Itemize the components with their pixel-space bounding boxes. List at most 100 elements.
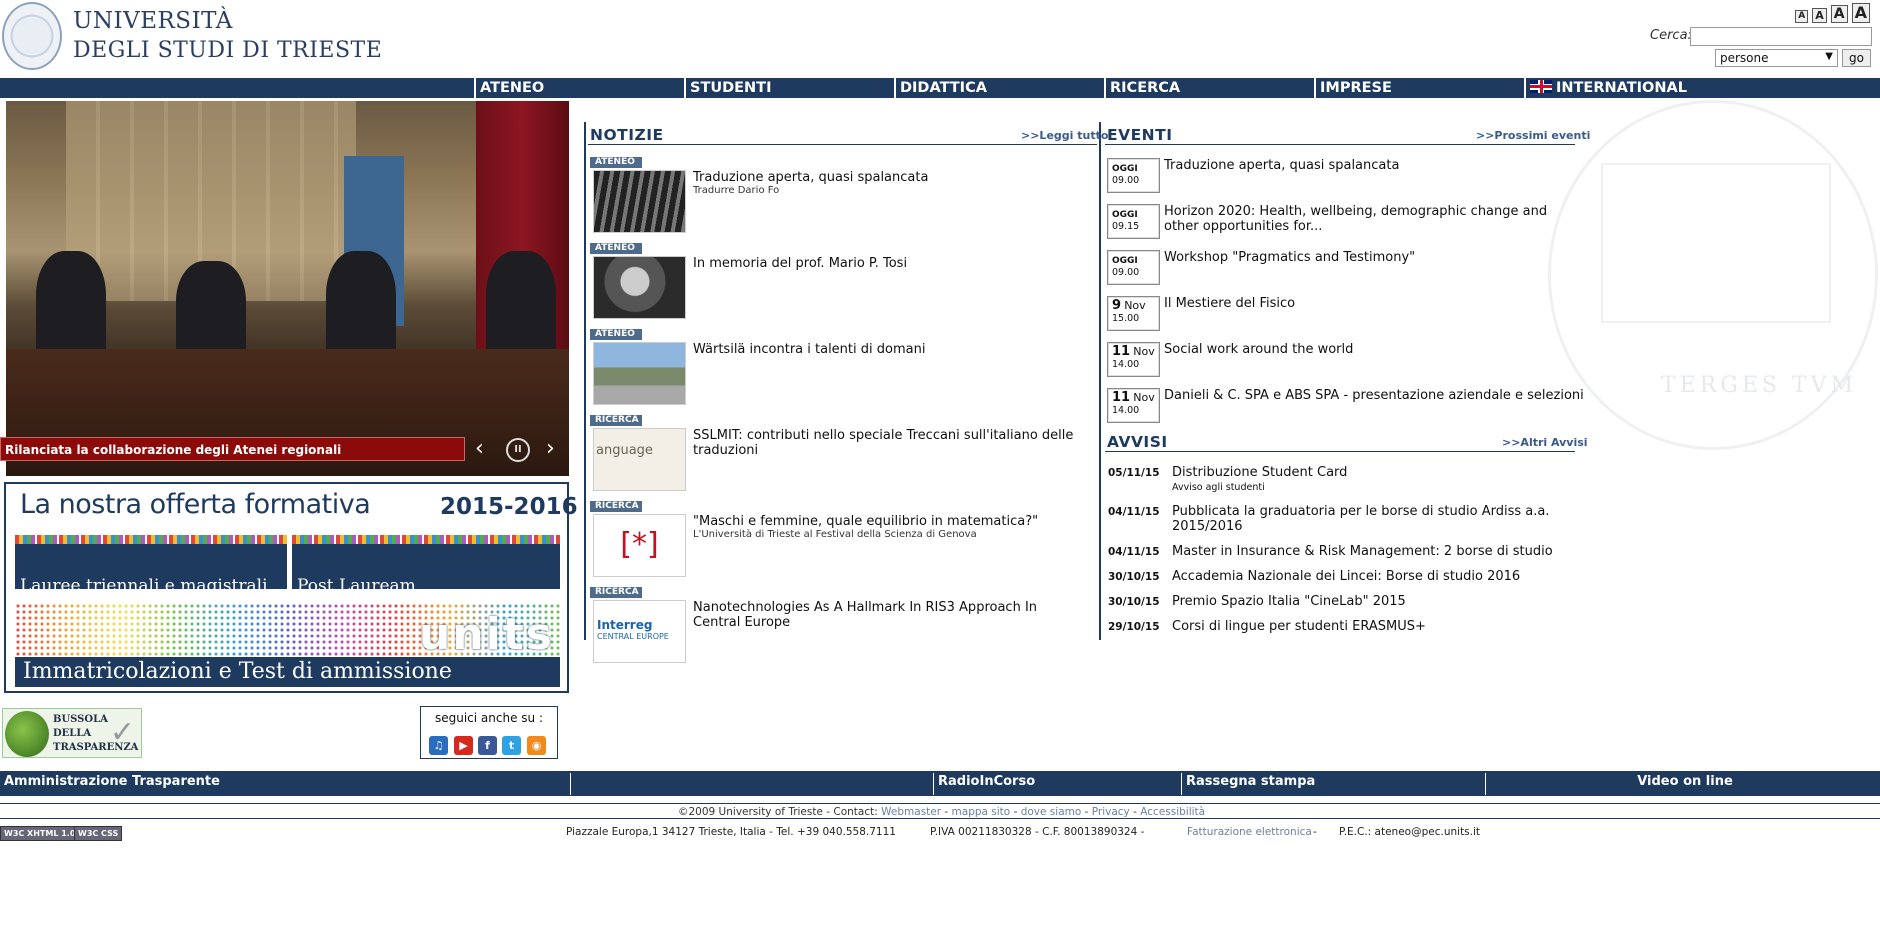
font-size-medium-button[interactable]: A bbox=[1812, 8, 1827, 23]
castle-watermark bbox=[1601, 163, 1831, 323]
dropdown-arrow-icon: ▼ bbox=[1825, 51, 1833, 62]
university-name[interactable]: UNIVERSITÀ DEGLI STUDI DI TRIESTE bbox=[73, 6, 382, 66]
news-category: RICERCA bbox=[590, 415, 642, 426]
event-date-badge: OGGI 09.00 bbox=[1107, 250, 1160, 285]
event-time: 09.00 bbox=[1112, 267, 1140, 278]
pause-icon[interactable]: II bbox=[506, 438, 530, 462]
slideshow-image[interactable] bbox=[6, 101, 569, 476]
event-title[interactable]: Social work around the world bbox=[1164, 342, 1584, 357]
event-day: 11 bbox=[1112, 390, 1131, 405]
news-category: ATENEO bbox=[590, 243, 642, 254]
notizie-title: NOTIZIE bbox=[590, 126, 664, 144]
event-time: 14.00 bbox=[1112, 359, 1140, 370]
event-day: 9 bbox=[1112, 298, 1122, 313]
search-scope-select[interactable]: persone ▼ bbox=[1715, 49, 1838, 67]
font-size-controls: A A A A bbox=[1795, 3, 1870, 23]
event-title[interactable]: Workshop "Pragmatics and Testimony" bbox=[1164, 250, 1584, 265]
dove-siamo-link[interactable]: dove siamo bbox=[1021, 806, 1082, 818]
privacy-link[interactable]: Privacy bbox=[1092, 806, 1130, 818]
address-text: Piazzale Europa,1 34127 Trieste, Italia … bbox=[566, 826, 896, 838]
webmaster-link[interactable]: Webmaster bbox=[881, 806, 941, 818]
accessibilita-link[interactable]: Accessibilità bbox=[1140, 806, 1205, 818]
news-category: RICERCA bbox=[590, 501, 642, 512]
event-title[interactable]: Il Mestiere del Fisico bbox=[1164, 296, 1584, 311]
nav-international[interactable]: INTERNATIONAL bbox=[1524, 78, 1880, 98]
news-thumbnail[interactable] bbox=[593, 170, 686, 233]
copyright-text: ©2009 University of Trieste - Contact: bbox=[678, 806, 878, 818]
news-thumbnail[interactable] bbox=[593, 342, 686, 405]
w3c-xhtml-badge[interactable]: W3C XHTML 1.0 bbox=[0, 826, 80, 841]
nav-ateneo[interactable]: ATENEO bbox=[474, 78, 684, 98]
avviso-date: 04/11/15 bbox=[1108, 506, 1160, 518]
news-title[interactable]: Traduzione aperta, quasi spalancata bbox=[693, 170, 1083, 185]
news-thumbnail[interactable]: [*] bbox=[593, 514, 686, 577]
event-date-badge: 11 Nov 14.00 bbox=[1107, 342, 1160, 377]
nav-didattica[interactable]: DIDATTICA bbox=[894, 78, 1104, 98]
avviso-title[interactable]: Corsi di lingue per studenti ERASMUS+ bbox=[1172, 619, 1572, 634]
itunes-icon[interactable]: ♫ bbox=[429, 736, 448, 755]
news-title[interactable]: In memoria del prof. Mario P. Tosi bbox=[693, 256, 1083, 271]
slideshow-caption[interactable]: Rilanciata la collaborazione degli Atene… bbox=[0, 437, 465, 461]
avviso-date: 05/11/15 bbox=[1108, 467, 1160, 479]
chevron-right-icon[interactable]: › bbox=[546, 438, 555, 460]
notizie-left-rule bbox=[584, 122, 586, 640]
twitter-icon[interactable]: t bbox=[502, 736, 521, 755]
search-input[interactable] bbox=[1690, 27, 1872, 46]
event-day: OGGI bbox=[1112, 164, 1138, 174]
event-date-badge: OGGI 09.15 bbox=[1107, 204, 1160, 239]
fatturazione-link[interactable]: Fatturazione elettronica bbox=[1187, 826, 1312, 838]
rassegna-stampa-link[interactable]: Rassegna stampa bbox=[1182, 771, 1484, 796]
font-size-small-button[interactable]: A bbox=[1795, 10, 1809, 23]
mappa-sito-link[interactable]: mappa sito bbox=[952, 806, 1011, 818]
news-title[interactable]: SSLMIT: contributi nello speciale Trecca… bbox=[693, 428, 1083, 458]
dots-decoration bbox=[292, 535, 560, 544]
amministrazione-trasparente-link[interactable]: Amministrazione Trasparente bbox=[0, 771, 568, 796]
news-thumbnail[interactable]: Interreg CENTRAL EUROPE bbox=[593, 600, 686, 663]
nav-studenti[interactable]: STUDENTI bbox=[684, 78, 894, 98]
chevron-left-icon[interactable]: ‹ bbox=[475, 438, 484, 460]
news-thumbnail[interactable] bbox=[593, 256, 686, 319]
search-go-button[interactable]: go bbox=[1842, 49, 1871, 67]
offerta-year: 2015-2016 bbox=[440, 494, 578, 520]
news-title[interactable]: Nanotechnologies As A Hallmark In RIS3 A… bbox=[693, 600, 1083, 630]
prossimi-eventi-link[interactable]: >>Prossimi eventi bbox=[1476, 129, 1590, 142]
event-date-badge: OGGI 09.00 bbox=[1107, 158, 1160, 193]
news-category: ATENEO bbox=[590, 329, 642, 340]
avviso-title[interactable]: Premio Spazio Italia "CineLab" 2015 bbox=[1172, 594, 1572, 609]
units-mosaic-banner[interactable]: units bbox=[15, 603, 560, 660]
bussola-trasparenza-link[interactable]: BUSSOLA DELLA TRASPARENZA ✓ bbox=[2, 708, 142, 758]
event-title[interactable]: Traduzione aperta, quasi spalancata bbox=[1164, 158, 1584, 173]
event-day: 11 bbox=[1112, 344, 1131, 359]
avviso-title[interactable]: Pubblicata la graduatoria per le borse d… bbox=[1172, 504, 1572, 534]
event-time: 14.00 bbox=[1112, 405, 1140, 416]
font-size-large-button[interactable]: A bbox=[1830, 5, 1848, 23]
nav-ricerca[interactable]: RICERCA bbox=[1104, 78, 1314, 98]
avviso-title[interactable]: Master in Insurance & Risk Management: 2… bbox=[1172, 544, 1572, 559]
event-title[interactable]: Horizon 2020: Health, wellbeing, demogra… bbox=[1164, 204, 1584, 234]
thumb-text: anguage bbox=[596, 443, 653, 458]
university-seal-logo[interactable] bbox=[2, 2, 62, 70]
news-title[interactable]: Wärtsilä incontra i talenti di domani bbox=[693, 342, 1083, 357]
leggi-tutto-link[interactable]: >>Leggi tutto bbox=[1021, 129, 1108, 142]
nav-imprese[interactable]: IMPRESE bbox=[1314, 78, 1524, 98]
avviso-title[interactable]: Accademia Nazionale dei Lincei: Borse di… bbox=[1172, 569, 1572, 584]
post-lauream-button[interactable]: Post Lauream bbox=[292, 535, 560, 596]
facebook-icon[interactable]: f bbox=[478, 736, 497, 755]
event-time: 15.00 bbox=[1112, 313, 1140, 324]
avviso-title[interactable]: Distribuzione Student Card bbox=[1172, 465, 1572, 480]
youtube-icon[interactable]: ▶ bbox=[454, 736, 473, 755]
news-thumbnail[interactable]: anguage bbox=[593, 428, 686, 491]
eventi-title: EVENTI bbox=[1107, 126, 1173, 144]
w3c-css-badge[interactable]: W3C CSS bbox=[74, 826, 123, 841]
rss-icon[interactable]: ◉ bbox=[527, 736, 546, 755]
news-title[interactable]: "Maschi e femmine, quale equilibrio in m… bbox=[693, 514, 1083, 529]
footer-rule bbox=[0, 818, 1880, 819]
event-title[interactable]: Danieli & C. SPA e ABS SPA - presentazio… bbox=[1164, 388, 1584, 403]
altri-avvisi-link[interactable]: >>Altri Avvisi bbox=[1502, 436, 1588, 449]
lauree-button[interactable]: Lauree triennali e magistrali bbox=[15, 535, 287, 596]
radioincorso-link[interactable]: RadioInCorso bbox=[934, 771, 1180, 796]
immatricolazioni-button[interactable]: Immatricolazioni e Test di ammissione bbox=[15, 657, 560, 687]
video-online-link[interactable]: Video on line bbox=[1486, 771, 1880, 796]
font-size-xlarge-button[interactable]: A bbox=[1851, 3, 1870, 23]
pec-text: P.E.C.: ateneo@pec.units.it bbox=[1339, 826, 1481, 838]
